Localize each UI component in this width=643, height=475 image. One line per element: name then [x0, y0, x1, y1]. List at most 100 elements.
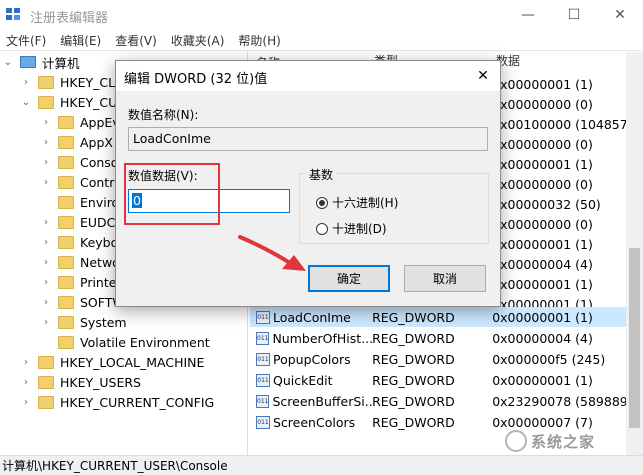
table-row[interactable]: 011 QuickEdit REG_DWORD 0x00000001 (1): [250, 370, 630, 390]
dialog-title-bar: 编辑 DWORD (32 位)值 ✕: [116, 61, 500, 91]
value-name-field: LoadConIme: [128, 127, 488, 151]
tree-node[interactable]: Volatile Environment: [40, 332, 210, 352]
table-row[interactable]: 011 PopupColors REG_DWORD 0x000000f5 (245): [250, 349, 630, 369]
scrollbar-thumb[interactable]: [629, 248, 640, 428]
tree-node[interactable]: › EUDC: [40, 212, 115, 232]
radio-hexadecimal[interactable]: 十六进制(H): [316, 194, 398, 211]
tree-node[interactable]: › HKEY_CURRENT_CONFIG: [20, 392, 214, 412]
tree-node[interactable]: › AppX: [40, 132, 113, 152]
folder-icon: [38, 95, 54, 109]
header-data[interactable]: 数据: [496, 52, 636, 72]
chevron-right-icon[interactable]: ›: [40, 237, 52, 248]
status-bar: 计算机\HKEY_CURRENT_USER\Console: [0, 455, 643, 475]
maximize-button[interactable]: ☐: [551, 0, 597, 30]
tree-node-label: AppEv: [80, 114, 120, 130]
menu-file[interactable]: 文件(F): [6, 32, 46, 49]
chevron-right-icon[interactable]: ›: [40, 177, 52, 188]
dialog-title: 编辑 DWORD (32 位)值: [124, 72, 268, 87]
row-name-cell: 011 LoadConIme: [250, 310, 372, 325]
folder-icon: [58, 315, 74, 329]
tree-node[interactable]: › Keybo: [40, 232, 118, 252]
tree-node-label: HKEY_CU: [60, 94, 118, 110]
chevron-down-icon[interactable]: ⌄: [2, 57, 14, 68]
cancel-button[interactable]: 取消: [404, 265, 486, 292]
chevron-right-icon[interactable]: ›: [40, 217, 52, 228]
tree-node[interactable]: › HKEY_CL: [20, 72, 115, 92]
chevron-right-icon[interactable]: ›: [20, 77, 32, 88]
radio-unchecked-icon: [316, 222, 328, 235]
chevron-right-icon[interactable]: ›: [40, 257, 52, 268]
tree-node[interactable]: Enviro: [40, 192, 119, 212]
tree-node[interactable]: › Contr: [40, 172, 114, 192]
menu-help[interactable]: 帮助(H): [238, 32, 280, 49]
chevron-down-icon[interactable]: ⌄: [20, 97, 32, 108]
row-type: REG_DWORD: [372, 309, 455, 325]
close-button[interactable]: ✕: [597, 0, 643, 30]
row-name: QuickEdit: [273, 372, 333, 388]
dialog-close-button[interactable]: ✕: [466, 61, 500, 91]
table-row[interactable]: 011 NumberOfHist... REG_DWORD 0x00000004 (4…: [250, 328, 630, 348]
list-item-data: 0x00000001 (1): [492, 276, 593, 292]
folder-icon: [58, 235, 74, 249]
tree-node-label: HKEY_LOCAL_MACHINE: [60, 354, 205, 370]
row-type: REG_DWORD: [372, 393, 455, 409]
radio-decimal[interactable]: 十进制(D): [316, 220, 387, 237]
chevron-right-icon[interactable]: ›: [40, 297, 52, 308]
row-name-cell: 011 PopupColors: [250, 352, 372, 367]
menu-bar: 文件(F) 编辑(E) 查看(V) 收藏夹(A) 帮助(H): [0, 30, 643, 50]
chevron-right-icon[interactable]: ›: [20, 397, 32, 408]
tree-node-computer[interactable]: ⌄ 计算机: [2, 52, 80, 72]
tree-node[interactable]: ⌄ HKEY_CU: [20, 92, 117, 112]
folder-icon: [58, 215, 74, 229]
reg-dword-icon: 011: [256, 310, 270, 324]
tree-node-label: System: [80, 314, 127, 330]
chevron-right-icon[interactable]: ›: [40, 157, 52, 168]
row-name: NumberOfHist...: [272, 330, 373, 346]
chevron-right-icon[interactable]: ›: [40, 117, 52, 128]
tree-node-label: HKEY_CL: [60, 74, 116, 90]
vertical-scrollbar[interactable]: [626, 52, 643, 455]
menu-view[interactable]: 查看(V): [115, 32, 157, 49]
watermark-logo-icon: [505, 430, 527, 452]
chevron-right-icon[interactable]: ›: [20, 357, 32, 368]
reg-dword-icon: 011: [256, 352, 270, 366]
folder-icon: [58, 155, 74, 169]
folder-icon: [58, 275, 74, 289]
ok-button[interactable]: 确定: [308, 265, 390, 292]
list-item-data: 0x00000000 (0): [492, 96, 593, 112]
tree-node[interactable]: › AppEv: [40, 112, 120, 132]
title-bar: 注册表编辑器 — ☐ ✕: [0, 0, 643, 30]
radio-dec-label: 十进制(D): [332, 222, 387, 236]
tree-node[interactable]: › HKEY_USERS: [20, 372, 141, 392]
highlight-box: [124, 163, 220, 225]
tree-node[interactable]: › Netwo: [40, 252, 120, 272]
chevron-right-icon[interactable]: ›: [40, 137, 52, 148]
row-data: 0x00000004 (4): [492, 330, 593, 346]
menu-favorites[interactable]: 收藏夹(A): [171, 32, 225, 49]
tree-node-label: Contr: [80, 174, 115, 190]
row-name: ScreenColors: [273, 414, 356, 430]
tree-node[interactable]: › Printe: [40, 272, 116, 292]
menu-edit[interactable]: 编辑(E): [60, 32, 101, 49]
tree-node[interactable]: › System: [40, 312, 127, 332]
chevron-right-icon[interactable]: ›: [40, 317, 52, 328]
chevron-right-icon[interactable]: ›: [20, 377, 32, 388]
chevron-right-icon[interactable]: ›: [40, 277, 52, 288]
list-item-data: 0x00100000 (1048576): [492, 116, 630, 132]
row-data: 0x00000001 (1): [492, 309, 593, 325]
table-row[interactable]: 011 LoadConIme REG_DWORD 0x00000001 (1): [250, 307, 630, 327]
tree-node-label: EUDC: [80, 214, 116, 230]
tree-node-label: HKEY_CURRENT_CONFIG: [60, 394, 215, 410]
reg-dword-icon: 011: [256, 373, 270, 387]
tree-node[interactable]: › SOFTW: [40, 292, 125, 312]
tree-node[interactable]: › HKEY_LOCAL_MACHINE: [20, 352, 204, 372]
folder-icon: [38, 75, 54, 89]
reg-dword-icon: 011: [256, 415, 270, 429]
folder-icon: [38, 395, 54, 409]
tree-node-label: HKEY_USERS: [60, 374, 141, 390]
minimize-button[interactable]: —: [505, 0, 551, 30]
row-name-cell: 011 QuickEdit: [250, 373, 372, 388]
tree-node[interactable]: › Consol: [40, 152, 122, 172]
row-name: ScreenBufferSi...: [272, 393, 373, 409]
table-row[interactable]: 011 ScreenBufferSi... REG_DWORD 0x23290078 …: [250, 391, 630, 411]
